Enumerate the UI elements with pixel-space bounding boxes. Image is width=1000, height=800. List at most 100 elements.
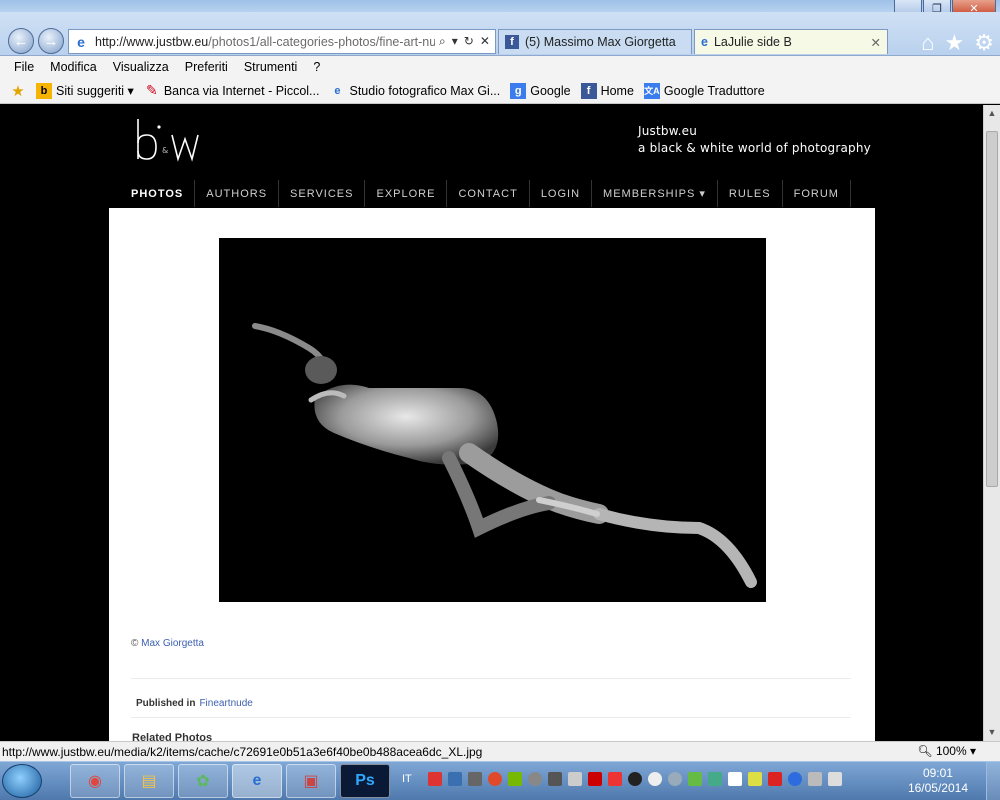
category-link[interactable]: Fineartnude	[199, 698, 252, 709]
ie-icon: e	[77, 33, 85, 50]
status-bar: http://www.justbw.eu/media/k2/items/cach…	[0, 741, 1000, 761]
page-viewport: & Justbw.eu a black & white world of pho…	[0, 105, 983, 741]
tray-app-icon[interactable]	[747, 772, 762, 786]
tray-app-icon[interactable]	[627, 772, 642, 786]
tray-app-icon[interactable]	[527, 772, 542, 786]
menu-help[interactable]: ?	[313, 60, 320, 74]
divider	[131, 717, 851, 718]
settings-gear-icon[interactable]: ⚙	[974, 30, 994, 56]
menu-modifica[interactable]: Modifica	[50, 60, 97, 74]
fav-siti-suggeriti[interactable]: b Siti suggeriti ▾	[36, 82, 134, 99]
close-tab-icon[interactable]: ✕	[871, 35, 881, 50]
tray-app-icon[interactable]	[547, 772, 562, 786]
nav-memberships[interactable]: MEMBERSHIPS ▾	[592, 180, 718, 207]
author-link[interactable]: Max Giorgetta	[141, 638, 204, 649]
stop-icon[interactable]: ✕	[480, 34, 490, 49]
fav-studio[interactable]: e Studio fotografico Max Gi...	[329, 83, 500, 99]
tray-app-icon[interactable]	[647, 772, 662, 786]
show-desktop-button[interactable]	[986, 762, 1000, 800]
facebook-icon: f	[580, 82, 597, 99]
nav-explore[interactable]: EXPLORE	[365, 180, 448, 207]
menu-visualizza[interactable]: Visualizza	[113, 60, 169, 74]
fav-translate[interactable]: 文A Google Traduttore	[643, 82, 765, 99]
flag-icon[interactable]	[727, 772, 742, 786]
volume-icon[interactable]	[827, 772, 842, 786]
tray-app-icon[interactable]	[507, 772, 522, 786]
favorites-star-icon[interactable]: ★	[945, 30, 965, 56]
tab-label: LaJulie side B	[713, 35, 792, 49]
tray-app-icon[interactable]	[687, 772, 702, 786]
app-taskbar-icon[interactable]: ✿	[178, 764, 228, 798]
photo-credit: © Max Giorgetta	[131, 638, 204, 649]
start-button[interactable]	[2, 764, 42, 798]
tray-app-icon[interactable]	[667, 772, 682, 786]
address-bar[interactable]: e http://www.justbw.eu/photos1/all-categ…	[68, 29, 496, 54]
ie-icon: e	[701, 35, 708, 49]
nav-authors[interactable]: AUTHORS	[195, 180, 280, 207]
clock-time: 09:01	[922, 766, 953, 780]
tray-app-icon[interactable]	[427, 772, 442, 786]
refresh-icon[interactable]: ↻	[464, 34, 474, 49]
tray-app-icon[interactable]	[707, 772, 722, 786]
address-url[interactable]: http://www.justbw.eu/photos1/all-categor…	[95, 35, 435, 49]
folder-taskbar-icon[interactable]: ▤	[124, 764, 174, 798]
browser-right-tools: ⌂ ★ ⚙	[921, 30, 994, 56]
vertical-scrollbar[interactable]: ▲ ▼	[983, 105, 1000, 741]
status-url: http://www.justbw.eu/media/k2/items/cach…	[2, 744, 483, 759]
nav-contact[interactable]: CONTACT	[447, 180, 530, 207]
menu-preferiti[interactable]: Preferiti	[185, 60, 228, 74]
tray-app-icon[interactable]	[467, 772, 482, 786]
nav-services[interactable]: SERVICES	[279, 180, 366, 207]
back-arrow-icon: ←	[13, 32, 29, 50]
tray-app-icon[interactable]	[567, 772, 582, 786]
fav-google[interactable]: g Google	[510, 82, 571, 99]
fav-label: Banca via Internet - Piccol...	[163, 83, 320, 98]
home-icon[interactable]: ⌂	[921, 30, 934, 56]
main-nav: PHOTOS AUTHORS SERVICES EXPLORE CONTACT …	[120, 180, 851, 207]
network-icon[interactable]	[807, 772, 822, 786]
tab-facebook[interactable]: f (5) Massimo Max Giorgetta	[498, 29, 692, 54]
back-button[interactable]: ←	[8, 28, 34, 54]
dropdown-arrow-icon[interactable]: ▾	[452, 34, 458, 49]
scrollbar-thumb[interactable]	[986, 131, 998, 487]
svg-text:&: &	[162, 146, 168, 155]
add-favorite-star-icon[interactable]: ★	[10, 83, 26, 100]
tray-app-icon[interactable]	[487, 772, 502, 786]
tab-active[interactable]: e LaJulie side B ✕	[694, 29, 888, 54]
photoshop-taskbar-icon[interactable]: Ps	[340, 764, 390, 798]
ie-icon: e	[334, 84, 341, 97]
tray-app-icon[interactable]	[787, 772, 802, 786]
url-domain: http://www.justbw.eu	[95, 34, 209, 49]
tab-label: (5) Massimo Max Giorgetta	[525, 35, 676, 49]
forward-button[interactable]: →	[38, 28, 64, 54]
menu-file[interactable]: File	[14, 60, 34, 74]
fav-label: Home	[600, 83, 634, 98]
antivirus-icon[interactable]	[767, 772, 782, 786]
chrome-taskbar-icon[interactable]: ◉	[70, 764, 120, 798]
language-indicator[interactable]: IT	[402, 773, 412, 785]
zoom-control[interactable]: 🔍︎ 100% ▾	[917, 744, 976, 758]
tray-app-icon[interactable]	[607, 772, 622, 786]
divider	[131, 678, 851, 679]
tray-app-icon[interactable]	[587, 772, 602, 786]
nav-forum[interactable]: FORUM	[783, 180, 851, 207]
scroll-down-icon[interactable]: ▼	[984, 724, 1000, 741]
search-icon[interactable]: ⌕	[439, 34, 446, 49]
fav-home[interactable]: f Home	[580, 82, 634, 99]
scroll-up-icon[interactable]: ▲	[984, 105, 1000, 122]
tray-app-icon[interactable]	[447, 772, 462, 786]
tagline-site-name: Justbw.eu	[638, 124, 698, 138]
site-logo[interactable]: &	[134, 117, 210, 163]
menu-strumenti[interactable]: Strumenti	[244, 60, 298, 74]
fav-banca[interactable]: ✎ Banca via Internet - Piccol...	[144, 82, 320, 99]
pictures-taskbar-icon[interactable]: ▣	[286, 764, 336, 798]
nav-rules[interactable]: RULES	[718, 180, 783, 207]
windows-taskbar: ◉ ▤ ✿ e ▣ Ps IT 09:01 16/05/2014	[0, 761, 1000, 800]
nav-photos[interactable]: PHOTOS	[120, 180, 196, 207]
main-photo[interactable]	[219, 238, 766, 602]
window-titlebar: ▁ ❐ ✕	[0, 0, 1000, 18]
zoom-level: 100%	[935, 744, 967, 758]
nav-login[interactable]: LOGIN	[530, 180, 593, 207]
taskbar-clock[interactable]: 09:01 16/05/2014	[908, 766, 968, 796]
ie-taskbar-icon[interactable]: e	[232, 764, 282, 798]
